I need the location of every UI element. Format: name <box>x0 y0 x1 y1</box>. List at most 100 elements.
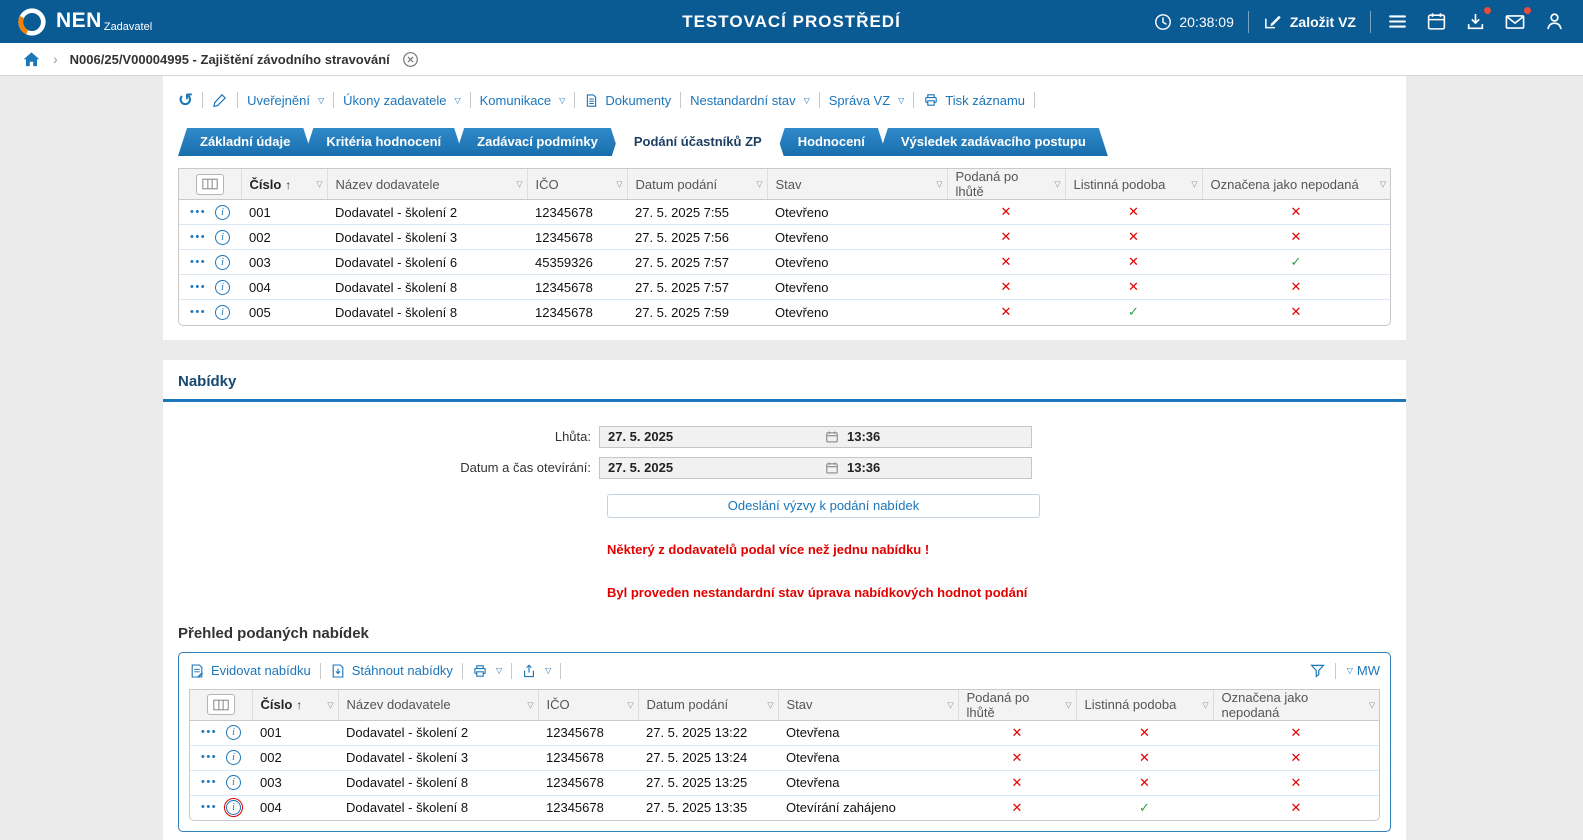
create-vz-button[interactable]: Založit VZ <box>1263 12 1356 31</box>
info-icon[interactable]: i <box>215 304 231 320</box>
table-row[interactable]: ••• i 004 Dodavatel - školení 8 12345678… <box>190 795 1379 820</box>
export-offers-button[interactable]: ▽ <box>521 663 551 679</box>
col-header-cislo[interactable]: Číslo ↑ ▽ <box>241 169 328 200</box>
col-header-nepodana[interactable]: Označena jako nepodaná ▽ <box>1213 689 1379 721</box>
col-header-po-lhute[interactable]: Podaná po lhůtě ▽ <box>947 169 1066 200</box>
info-icon[interactable]: i <box>215 254 231 270</box>
tab-podani-ucastniku-zp[interactable]: Podání účastníků ZP <box>612 128 784 156</box>
breadcrumb-record[interactable]: N006/25/V00004995 - Zajištění závodního … <box>70 52 390 67</box>
menu-button[interactable] <box>1385 9 1410 34</box>
table-row[interactable]: ••• i 004 Dodavatel - školení 8 12345678… <box>179 274 1390 300</box>
table-row[interactable]: ••• i 001 Dodavatel - školení 2 12345678… <box>179 199 1390 225</box>
col-header-stav[interactable]: Stav ▽ <box>767 169 948 200</box>
filter-dropdown-icon[interactable]: ▽ <box>1191 180 1197 189</box>
table-row[interactable]: ••• i 002 Dodavatel - školení 3 12345678… <box>179 224 1390 250</box>
filter-icon[interactable] <box>1309 662 1326 679</box>
filter-dropdown-icon[interactable]: ▽ <box>1054 180 1060 189</box>
chevron-down-icon[interactable]: ▽ <box>1347 666 1353 675</box>
opening-field[interactable]: 27. 5. 2025 13:36 <box>599 456 1032 479</box>
col-header-listinna[interactable]: Listinná podoba ▽ <box>1065 169 1203 200</box>
col-header-nepodana[interactable]: Označena jako nepodaná ▽ <box>1202 169 1390 200</box>
calendar-icon[interactable] <box>825 461 839 475</box>
downloads-button[interactable] <box>1463 7 1491 34</box>
menu-sprava-vz[interactable]: Správa VZ ▽ <box>829 93 905 108</box>
user-button[interactable] <box>1542 9 1567 34</box>
tab-kriteria-hodnoceni[interactable]: Kritéria hodnocení <box>304 128 463 156</box>
filter-dropdown-icon[interactable]: ▽ <box>1202 700 1208 709</box>
calendar-button[interactable] <box>1424 9 1449 34</box>
menu-dokumenty[interactable]: Dokumenty <box>584 93 671 108</box>
col-header-nazev[interactable]: Název dodavatele ▽ <box>338 689 539 721</box>
filter-dropdown-icon[interactable]: ▽ <box>756 180 762 189</box>
tab-zakladni-udaje[interactable]: Základní údaje <box>178 128 312 156</box>
filter-dropdown-icon[interactable]: ▽ <box>936 180 942 189</box>
filter-dropdown-icon[interactable]: ▽ <box>516 180 522 189</box>
tab-vysledek-zadavaciho-postupu[interactable]: Výsledek zadávacího postupu <box>879 128 1108 156</box>
deadline-field[interactable]: 27. 5. 2025 13:36 <box>599 425 1032 448</box>
row-menu-icon[interactable]: ••• <box>190 256 206 268</box>
col-header-datum[interactable]: Datum podání ▽ <box>638 689 779 721</box>
filter-dropdown-icon[interactable]: ▽ <box>327 700 333 709</box>
menu-komunikace[interactable]: Komunikace ▽ <box>480 93 566 108</box>
opening-date-value[interactable]: 27. 5. 2025 <box>600 460 825 475</box>
row-menu-icon[interactable]: ••• <box>201 752 217 763</box>
filter-dropdown-icon[interactable]: ▽ <box>947 700 953 709</box>
info-icon[interactable]: i <box>215 279 231 295</box>
table-row[interactable]: ••• i 005 Dodavatel - školení 8 12345678… <box>179 300 1390 325</box>
calendar-icon[interactable] <box>825 430 839 444</box>
table-row[interactable]: ••• i 002 Dodavatel - školení 3 12345678… <box>190 745 1379 771</box>
register-offer-button[interactable]: Evidovat nabídku <box>189 663 311 679</box>
filter-dropdown-icon[interactable]: ▽ <box>1369 700 1375 709</box>
table-row[interactable]: ••• i 003 Dodavatel - školení 6 45359326… <box>179 249 1390 275</box>
menu-tisk-zaznamu[interactable]: Tisk záznamu <box>923 92 1025 108</box>
row-menu-icon[interactable]: ••• <box>201 777 217 788</box>
download-offers-button[interactable]: Stáhnout nabídky <box>330 663 453 679</box>
info-icon[interactable]: i <box>226 750 242 765</box>
col-header-po-lhute[interactable]: Podaná po lhůtě ▽ <box>958 689 1077 721</box>
col-header-listinna[interactable]: Listinná podoba ▽ <box>1076 689 1214 721</box>
row-menu-icon[interactable]: ••• <box>190 206 206 218</box>
info-icon[interactable]: i <box>226 725 242 740</box>
deadline-time-value[interactable]: 13:36 <box>839 429 1031 444</box>
opening-time-value[interactable]: 13:36 <box>839 460 1031 475</box>
info-icon[interactable]: i <box>226 775 242 790</box>
filter-dropdown-icon[interactable]: ▽ <box>316 180 322 189</box>
tab-hodnoceni[interactable]: Hodnocení <box>776 128 887 156</box>
row-menu-icon[interactable]: ••• <box>190 231 206 243</box>
edit-record-icon[interactable] <box>212 92 228 108</box>
col-header-stav[interactable]: Stav ▽ <box>778 689 959 721</box>
filter-dropdown-icon[interactable]: ▽ <box>1380 180 1386 189</box>
col-header-nazev[interactable]: Název dodavatele ▽ <box>327 169 528 200</box>
history-icon[interactable]: ↺ <box>178 91 193 109</box>
menu-uverejneni[interactable]: Uveřejnění ▽ <box>247 93 324 108</box>
info-icon[interactable]: i <box>215 229 231 245</box>
column-settings-icon[interactable] <box>195 173 224 195</box>
deadline-date-value[interactable]: 27. 5. 2025 <box>600 429 825 444</box>
send-call-for-offers-button[interactable]: Odeslání výzvy k podání nabídek <box>607 493 1040 518</box>
table-row[interactable]: ••• i 001 Dodavatel - školení 2 12345678… <box>190 720 1379 746</box>
col-header-ico[interactable]: IČO ▽ <box>538 689 639 721</box>
col-header-ico[interactable]: IČO ▽ <box>527 169 628 200</box>
nen-logo[interactable]: NEN Zadavatel <box>16 6 152 38</box>
tab-zadavaci-podminky[interactable]: Zadávací podmínky <box>455 128 620 156</box>
filter-dropdown-icon[interactable]: ▽ <box>627 700 633 709</box>
row-menu-icon[interactable]: ••• <box>201 802 217 813</box>
filter-dropdown-icon[interactable]: ▽ <box>616 180 622 189</box>
close-record-icon[interactable] <box>402 51 419 68</box>
info-icon[interactable]: i <box>215 204 231 220</box>
filter-dropdown-icon[interactable]: ▽ <box>527 700 533 709</box>
row-menu-icon[interactable]: ••• <box>190 281 206 293</box>
menu-nestandardni-stav[interactable]: Nestandardní stav ▽ <box>690 93 810 108</box>
home-icon[interactable] <box>22 50 41 69</box>
column-settings-icon[interactable] <box>206 694 235 715</box>
filter-dropdown-icon[interactable]: ▽ <box>767 700 773 709</box>
info-icon-highlighted[interactable]: i <box>224 798 244 818</box>
row-menu-icon[interactable]: ••• <box>201 727 217 738</box>
row-menu-icon[interactable]: ••• <box>190 306 206 318</box>
table-row[interactable]: ••• i 003 Dodavatel - školení 8 12345678… <box>190 770 1379 796</box>
menu-ukony-zadavatele[interactable]: Úkony zadavatele ▽ <box>343 93 461 108</box>
filter-dropdown-icon[interactable]: ▽ <box>1065 700 1071 709</box>
print-offers-button[interactable]: ▽ <box>472 663 502 679</box>
messages-button[interactable] <box>1502 6 1531 35</box>
col-header-cislo[interactable]: Číslo ↑ ▽ <box>252 689 339 721</box>
